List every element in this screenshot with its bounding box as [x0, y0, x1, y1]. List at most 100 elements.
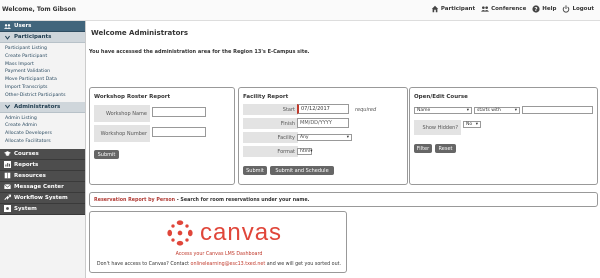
- nav-help-label: Help: [542, 6, 557, 12]
- sidebar-participants-header[interactable]: Participants: [0, 32, 85, 43]
- sidebar-administrators-label: Administrators: [14, 103, 61, 110]
- svg-text:?: ?: [535, 7, 538, 13]
- required-note: required: [355, 107, 377, 113]
- nav-help[interactable]: ? Help: [532, 5, 556, 13]
- course-field-select[interactable]: Name ▾: [414, 107, 472, 114]
- sidebar-workflow-system[interactable]: Workflow System: [0, 192, 85, 204]
- book-icon: [4, 172, 11, 179]
- submit-and-schedule-button[interactable]: Submit and Schedule: [270, 166, 334, 175]
- canvas-wordmark: canvas: [200, 219, 283, 246]
- reservation-description: - Search for room reservations under you…: [175, 198, 310, 203]
- sidebar-item-allocate-facilitators[interactable]: Allocate Facilitators: [0, 138, 85, 146]
- format-select[interactable]: html ▾: [297, 148, 313, 155]
- canvas-logo-icon: [167, 220, 193, 246]
- chart-icon: [4, 161, 11, 169]
- sidebar-courses-label: Courses: [14, 150, 39, 157]
- facility-label: Facility: [243, 132, 298, 143]
- facility-submit-button[interactable]: Submit: [243, 166, 267, 175]
- welcome-text: Welcome, Tom Gibson: [2, 6, 76, 13]
- top-nav: Participant Conference ? Help Logout: [431, 5, 594, 13]
- chevron-down-icon: ▾: [475, 122, 478, 127]
- sidebar-system-label: System: [14, 205, 37, 212]
- power-icon: [563, 5, 570, 13]
- people-icon: [481, 6, 490, 12]
- nav-logout-label: Logout: [572, 6, 594, 12]
- sidebar-workflow-system-label: Workflow System: [14, 194, 68, 201]
- course-field-value: Name: [417, 108, 431, 113]
- start-date-input[interactable]: 07/12/2017: [297, 104, 349, 114]
- canvas-help-text: Don't have access to Canvas? Contact onl…: [90, 262, 348, 267]
- workshop-roster-title: Workshop Roster Report: [94, 94, 171, 100]
- sidebar-item-other-district[interactable]: Other-District Participants: [0, 92, 85, 100]
- sidebar-item-create-admin[interactable]: Create Admin: [0, 122, 85, 130]
- users-icon: [4, 23, 11, 29]
- sidebar-administrators-header[interactable]: Administrators: [0, 101, 85, 113]
- sidebar-item-import-transcripts[interactable]: Import Transcripts: [0, 84, 85, 92]
- course-operator-value: starts with: [477, 108, 501, 113]
- reset-button[interactable]: Reset: [435, 144, 456, 153]
- chevron-down-icon: [5, 104, 10, 109]
- chevron-down-icon: ▾: [514, 108, 517, 113]
- course-search-input[interactable]: [522, 106, 593, 114]
- page-title: Welcome Administrators: [91, 29, 189, 37]
- sidebar-resources-label: Resources: [14, 172, 46, 179]
- canvas-help-pre: Don't have access to Canvas? Contact: [96, 262, 191, 267]
- sidebar-item-admin-listing[interactable]: Admin Listing: [0, 115, 85, 123]
- envelope-icon: [4, 184, 11, 190]
- chevron-down-icon: ▾: [346, 135, 349, 140]
- sidebar-reports[interactable]: Reports: [0, 159, 85, 171]
- sidebar-item-create-participant[interactable]: Create Participant: [0, 53, 85, 61]
- workshop-name-input[interactable]: [152, 107, 206, 117]
- workshop-roster-panel: Workshop Roster Report Workshop Name Wor…: [89, 87, 235, 185]
- gear-icon: [4, 205, 11, 213]
- workshop-number-input[interactable]: [152, 127, 206, 137]
- canvas-help-post: and we will get you sorted out.: [265, 262, 342, 267]
- top-bar: Welcome, Tom Gibson Participant Conferen…: [0, 0, 600, 21]
- nav-conference-label: Conference: [491, 6, 527, 12]
- main-content: Welcome Administrators You have accessed…: [87, 21, 600, 278]
- sidebar-item-mass-import[interactable]: Mass Import: [0, 61, 85, 69]
- open-edit-course-title: Open/Edit Course: [414, 94, 468, 100]
- facility-report-title: Facility Report: [243, 94, 289, 100]
- course-operator-select[interactable]: starts with ▾: [474, 107, 520, 114]
- facility-report-panel: Facility Report Start 07/12/2017 require…: [238, 87, 408, 185]
- sidebar-system[interactable]: System: [0, 203, 85, 215]
- facility-select[interactable]: Any ▾: [297, 134, 352, 141]
- chevron-down-icon: ▾: [466, 108, 469, 113]
- sidebar-message-center[interactable]: Message Center: [0, 181, 85, 193]
- sidebar-message-center-label: Message Center: [14, 183, 64, 190]
- chevron-down-icon: ▾: [310, 149, 313, 154]
- workshop-name-label: Workshop Name: [94, 105, 150, 122]
- finish-label: Finish: [243, 118, 298, 129]
- sidebar-users-label: Users: [14, 23, 32, 29]
- chevron-down-icon: [5, 35, 10, 40]
- sidebar-item-payment-validation[interactable]: Payment Validation: [0, 68, 85, 76]
- courses-icon: [4, 151, 11, 157]
- filter-button[interactable]: Filter: [414, 144, 432, 153]
- nav-participant[interactable]: Participant: [431, 5, 475, 13]
- sidebar-resources[interactable]: Resources: [0, 170, 85, 182]
- intro-text: You have accessed the administration are…: [89, 49, 310, 55]
- home-icon: [431, 5, 439, 13]
- canvas-panel: canvas Access your Canvas LMS Dashboard …: [89, 211, 347, 273]
- roster-submit-button[interactable]: Submit: [94, 150, 119, 159]
- canvas-email-link[interactable]: onlinelearning@esc13.txed.net: [191, 262, 266, 267]
- sidebar-item-allocate-developers[interactable]: Allocate Developers: [0, 130, 85, 138]
- sidebar-participants-label: Participants: [14, 34, 52, 40]
- format-label: Format: [243, 146, 298, 157]
- sidebar-reports-label: Reports: [14, 161, 39, 168]
- open-edit-course-panel: Open/Edit Course Name ▾ starts with ▾ Sh…: [409, 87, 598, 185]
- nav-participant-label: Participant: [440, 6, 476, 12]
- reservation-report-link[interactable]: Reservation Report by Person: [94, 198, 175, 203]
- finish-date-input[interactable]: MM/DD/YYYY: [297, 118, 349, 128]
- canvas-dashboard-link[interactable]: Access your Canvas LMS Dashboard: [90, 252, 348, 257]
- sidebar-item-move-participant-data[interactable]: Move Participant Data: [0, 76, 85, 84]
- sidebar-users[interactable]: Users: [0, 21, 85, 32]
- sidebar-item-participant-listing[interactable]: Participant Listing: [0, 45, 85, 53]
- show-hidden-select[interactable]: No ▾: [463, 121, 481, 128]
- nav-conference[interactable]: Conference: [481, 5, 526, 13]
- canvas-logo[interactable]: canvas: [166, 219, 282, 247]
- sidebar-courses[interactable]: Courses: [0, 148, 85, 160]
- nav-logout[interactable]: Logout: [562, 5, 594, 13]
- reservation-line: Reservation Report by Person - Search fo…: [94, 198, 309, 203]
